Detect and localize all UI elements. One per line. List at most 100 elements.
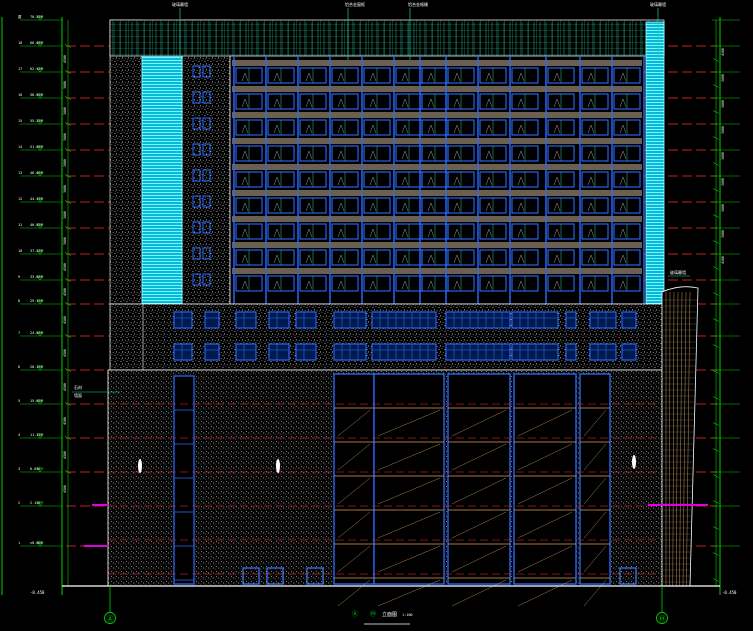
dimension-value: 3600 — [63, 133, 67, 141]
level-number: 6 — [18, 365, 20, 369]
level-elevation: 62.450 — [30, 67, 43, 71]
level-marker: 17 62.450 — [18, 67, 62, 73]
level-elevation: 24.650 — [30, 331, 43, 335]
glass-bay — [333, 373, 375, 585]
level-number: 5 — [18, 399, 20, 403]
level-number: 14 — [18, 145, 22, 149]
level-elevation: 66.050 — [30, 41, 43, 45]
dimension-value: 3600 — [721, 100, 725, 108]
podium-window — [268, 311, 290, 329]
level-elevation: 48.050 — [30, 171, 43, 175]
level-number: 12 — [18, 197, 22, 201]
level-number: 1 — [18, 541, 20, 545]
level-marker: 8 29.150 — [18, 299, 62, 305]
glass-bay — [579, 373, 611, 585]
callout-label: 铝合金格栅 — [408, 1, 428, 7]
svg-text:Ⓐ: Ⓐ — [107, 615, 114, 623]
level-marker: 屋 70.550 — [18, 14, 62, 21]
callout-label: 玻璃幕墙 — [650, 1, 666, 7]
level-number: 7 — [18, 331, 20, 335]
podium-window — [173, 343, 193, 361]
podium-window — [268, 343, 290, 361]
level-number: 8 — [18, 299, 20, 303]
podium-upper — [109, 303, 665, 371]
level-number: 13 — [18, 171, 22, 175]
level-elevation: 70.550 — [30, 15, 43, 19]
axis-start: Ⓐ — [104, 586, 116, 624]
dimension-value: 4500 — [63, 383, 67, 391]
glass-bay — [373, 373, 445, 585]
dimension-value: 4500 — [63, 451, 67, 459]
svg-text:Ⓐ: Ⓐ — [352, 610, 358, 618]
level-marker: 3 6.650 — [18, 467, 62, 473]
dimension-value: 4500 — [63, 485, 67, 493]
level-marker: 14 51.650 — [18, 145, 62, 151]
level-marker: 7 24.650 — [18, 331, 62, 337]
podium-lower — [107, 369, 665, 607]
title-text: 立面图 — [382, 611, 397, 618]
dimension-value: 3600 — [721, 230, 725, 238]
dimension-value: 4500 — [63, 288, 67, 296]
dimension-chain-right: 4500 3600 3600 3600 3600 3600 3600 3600 4500 — [712, 20, 725, 586]
podium-window — [511, 311, 559, 329]
level-marker: 6 20.150 — [18, 365, 62, 371]
dimension-value: 4500 — [63, 349, 67, 357]
dimension-value: 3600 — [63, 211, 67, 219]
level-number: 9 — [18, 275, 20, 279]
level-elevation: 29.150 — [30, 299, 43, 303]
podium-window — [511, 343, 559, 361]
level-number: 2 — [18, 501, 20, 505]
podium-window — [565, 343, 577, 361]
drawing-title: Ⓐ Ⓜ 立面图 1:100 — [352, 610, 413, 625]
level-elevation: 6.650 — [30, 467, 41, 471]
level-marker: 1 ±0.000 — [18, 541, 62, 547]
level-number: 18 — [18, 41, 22, 45]
podium-window — [621, 311, 637, 329]
curved-glass-tower — [661, 286, 699, 587]
dimension-value: 4500 — [721, 256, 725, 264]
dimension-value: 3600 — [721, 178, 725, 186]
glass-bay — [513, 373, 577, 585]
callout-label: 玻璃幕墙 — [670, 269, 686, 275]
dimension-value: 3600 — [63, 237, 67, 245]
podium-window — [204, 311, 220, 329]
wall-ornament — [138, 459, 142, 473]
dimension-value: 3600 — [721, 74, 725, 82]
glass-bay — [447, 373, 511, 585]
wall-ornament — [632, 455, 636, 469]
cyan-glass-strip-left — [141, 21, 183, 305]
callout-label: 石材 — [74, 384, 82, 390]
level-elevation: 40.850 — [30, 223, 43, 227]
podium-window — [173, 311, 193, 329]
level-marker: 9 33.650 — [18, 275, 62, 281]
dimension-value: 3600 — [63, 159, 67, 167]
level-marker: 12 44.450 — [18, 197, 62, 203]
axis-end: Ⓜ — [656, 586, 668, 624]
dimension-value: 4500 — [63, 316, 67, 324]
podium-window — [589, 311, 617, 329]
level-number: 屋 — [18, 14, 22, 19]
right-callout: 玻璃幕墙 — [668, 269, 690, 277]
level-marker: 15 55.250 — [18, 119, 62, 125]
podium-bays — [108, 373, 664, 607]
base-elevation: -0.450 — [30, 590, 45, 595]
dimension-value: 4500 — [63, 263, 67, 271]
podium-window — [589, 343, 617, 361]
level-elevation: 15.650 — [30, 399, 43, 403]
dimension-value: 3600 — [721, 152, 725, 160]
level-number: 3 — [18, 467, 20, 471]
base-elevation-right: -0.450 — [722, 590, 737, 595]
level-elevation: 2.150 — [30, 501, 41, 505]
podium-window — [235, 311, 257, 329]
svg-text:Ⓜ: Ⓜ — [370, 610, 376, 618]
level-marker: 16 58.850 — [18, 93, 62, 99]
cyan-glass-strip-right — [645, 21, 665, 305]
level-number: 15 — [18, 119, 22, 123]
dimension-value: 3600 — [721, 126, 725, 134]
level-number: 16 — [18, 93, 22, 97]
level-marker: 18 66.050 — [18, 41, 62, 47]
dimension-value: 3600 — [63, 81, 67, 89]
level-marker: 5 15.650 — [18, 399, 62, 405]
dimension-value: 4500 — [63, 55, 67, 63]
level-number: 11 — [18, 223, 22, 227]
